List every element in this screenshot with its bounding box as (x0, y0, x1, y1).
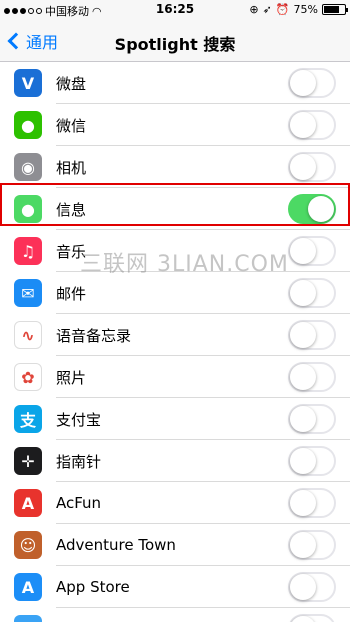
page-title: Spotlight 搜索 (114, 35, 236, 54)
compass-icon: ✛ (14, 447, 42, 475)
rotation-lock-icon: ⊕ (249, 3, 259, 16)
list-item-label: 相机 (56, 158, 87, 177)
list-item: ● 信息 (0, 188, 350, 230)
list-item-label: App Store (56, 578, 130, 596)
spotlight-toggle[interactable] (288, 152, 336, 182)
toggle-knob (290, 448, 316, 474)
spotlight-toggle[interactable] (288, 236, 336, 266)
list-item: A AcFun (0, 482, 350, 524)
list-item: Apple Store (0, 608, 350, 622)
list-item-label: 支付宝 (56, 410, 102, 429)
list-item-label: 语音备忘录 (56, 326, 132, 345)
camera-icon: ◉ (14, 153, 42, 181)
mail-icon: ✉ (14, 279, 42, 307)
photos-icon: ✿ (14, 363, 42, 391)
list-item: ∿ 语音备忘录 (0, 314, 350, 356)
toggle-knob (290, 70, 316, 96)
toggle-knob (290, 574, 316, 600)
battery-icon (322, 4, 348, 15)
list-item-label: 微盘 (56, 74, 87, 93)
list-item: A App Store (0, 566, 350, 608)
spotlight-toggle[interactable] (288, 488, 336, 518)
weipan-icon: V (14, 69, 42, 97)
voice-memos-icon: ∿ (14, 321, 42, 349)
alarm-icon: ⏰ (275, 3, 290, 16)
spotlight-toggle[interactable] (288, 404, 336, 434)
toggle-knob (290, 406, 316, 432)
list-item-label: 微信 (56, 116, 87, 135)
list-item-label: 邮件 (56, 284, 87, 303)
list-item-label: 指南针 (56, 452, 102, 471)
list-item: ● 微信 (0, 104, 350, 146)
list-item-label: 信息 (56, 200, 87, 219)
navigation-bar: 通用 Spotlight 搜索 (0, 20, 350, 62)
list-item: V 微盘 (0, 62, 350, 104)
status-bar: 中国移动 ◠ 16:25 ⊕ ➶ ⏰ 75% (0, 0, 350, 20)
app-store-icon: A (14, 573, 42, 601)
list-item: ✉ 邮件 (0, 272, 350, 314)
toggle-knob (290, 154, 316, 180)
spotlight-toggle[interactable] (288, 614, 336, 622)
toggle-knob (290, 616, 316, 622)
toggle-knob (290, 112, 316, 138)
spotlight-toggle[interactable] (288, 278, 336, 308)
spotlight-app-list: V 微盘 ● 微信 ◉ 相机 ● 信息 ♫ 音乐 ✉ 邮件 ∿ 语音备忘录 ✿ 照片支支付宝 ✛ 指南针 A AcFu… (0, 62, 350, 622)
adventure-town-icon: ☺ (14, 531, 42, 559)
list-item-label: Adventure Town (56, 536, 176, 554)
toggle-knob (290, 364, 316, 390)
list-item: ♫ 音乐 (0, 230, 350, 272)
spotlight-toggle[interactable] (288, 320, 336, 350)
acfun-icon: A (14, 489, 42, 517)
wechat-icon: ● (14, 111, 42, 139)
toggle-knob (290, 280, 316, 306)
list-item: ☺ Adventure Town (0, 524, 350, 566)
spotlight-toggle[interactable] (288, 194, 336, 224)
location-icon: ➶ (262, 3, 272, 16)
list-item: 支支付宝 (0, 398, 350, 440)
battery-percent: 75% (293, 3, 318, 16)
list-item: ◉ 相机 (0, 146, 350, 188)
apple-store-icon (14, 615, 42, 622)
alipay-icon: 支 (14, 405, 42, 433)
toggle-knob (308, 196, 334, 222)
status-right: ⊕ ➶ ⏰ 75% (249, 3, 348, 16)
toggle-knob (290, 238, 316, 264)
toggle-knob (290, 322, 316, 348)
spotlight-toggle[interactable] (288, 446, 336, 476)
toggle-knob (290, 532, 316, 558)
messages-icon: ● (14, 195, 42, 223)
list-item-label: 音乐 (56, 242, 87, 261)
list-item: ✿ 照片 (0, 356, 350, 398)
spotlight-toggle[interactable] (288, 362, 336, 392)
spotlight-toggle[interactable] (288, 68, 336, 98)
spotlight-toggle[interactable] (288, 530, 336, 560)
toggle-knob (290, 490, 316, 516)
list-item-label: 照片 (56, 368, 87, 387)
music-icon: ♫ (14, 237, 42, 265)
spotlight-toggle[interactable] (288, 110, 336, 140)
spotlight-toggle[interactable] (288, 572, 336, 602)
list-item-label: AcFun (56, 494, 102, 512)
list-item: ✛ 指南针 (0, 440, 350, 482)
